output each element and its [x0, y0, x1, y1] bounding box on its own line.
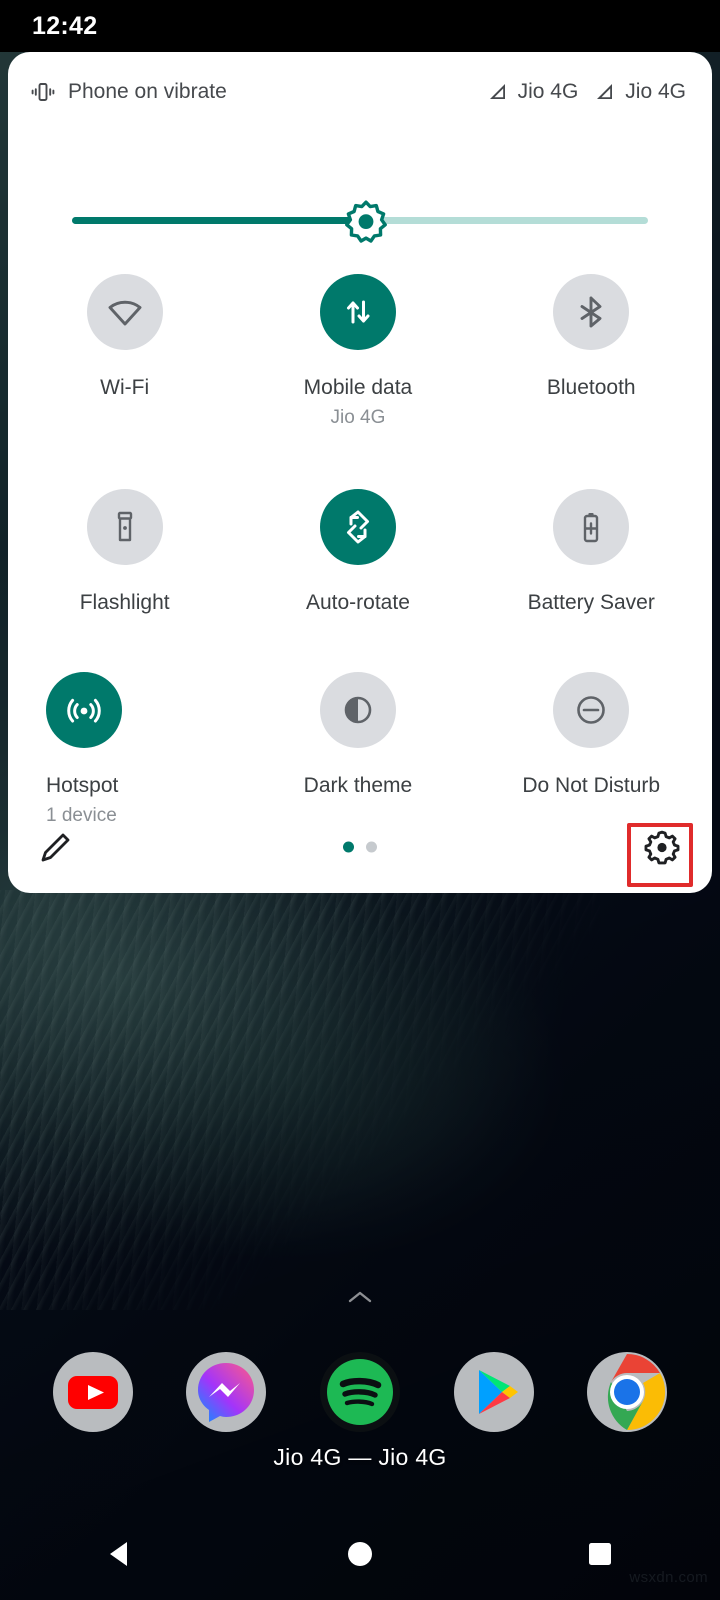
signal-bar-icon: [597, 84, 613, 99]
youtube-icon: [52, 1352, 133, 1432]
spotify-icon: [319, 1352, 400, 1432]
tile-mobile-data-label: Mobile data: [303, 376, 413, 399]
mobile-data-icon: [346, 300, 370, 324]
flashlight-icon: [117, 511, 132, 542]
tile-flashlight-label: Flashlight: [79, 590, 170, 614]
tile-mobile-data-circle: [319, 274, 396, 350]
settings-button[interactable]: [637, 822, 687, 872]
nav-home-button[interactable]: [312, 1508, 408, 1600]
tile-bluetooth-label: Bluetooth: [546, 376, 636, 399]
dock-app-youtube[interactable]: [51, 1350, 135, 1434]
tile-battery-saver-label: Battery Saver: [527, 590, 655, 614]
tile-mobile-data-sublabel: Jio 4G: [330, 407, 386, 429]
tile-battery-saver-circle: [553, 488, 630, 565]
sim-2-label: Jio 4G: [625, 80, 686, 103]
nav-back-button[interactable]: [72, 1508, 168, 1600]
play-store-icon: [453, 1352, 534, 1432]
home-circle-icon: [348, 1542, 372, 1566]
tile-wifi-circle: [86, 274, 163, 350]
tile-hotspot-label: Hotspot: [46, 774, 119, 798]
do-not-disturb-icon: [577, 696, 606, 724]
dock-app-spotify[interactable]: [318, 1350, 402, 1434]
recents-square-icon: [589, 1543, 611, 1565]
wifi-icon: [108, 300, 142, 326]
chrome-icon: [587, 1352, 668, 1432]
tile-do-not-disturb-label: Do Not Disturb: [522, 774, 661, 798]
tile-flashlight-circle: [86, 488, 163, 565]
sim-2-status: Jio 4G: [594, 80, 686, 104]
battery-saver-icon: [584, 512, 599, 543]
hotspot-icon: [67, 698, 101, 723]
tile-battery-saver[interactable]: Battery Saver: [475, 488, 708, 614]
navigation-bar: [0, 1508, 720, 1600]
quick-settings-tiles: Wi-Fi Mobile data Jio 4G Bluetooth Flash…: [8, 274, 712, 827]
brightness-slider[interactable]: [72, 200, 648, 243]
tile-bluetooth-circle: [553, 274, 630, 350]
dock-app-chrome[interactable]: [585, 1350, 669, 1434]
status-bar: 12:42: [0, 0, 720, 52]
tile-row: Wi-Fi Mobile data Jio 4G Bluetooth: [8, 274, 712, 429]
page-indicator: [343, 841, 377, 853]
ringer-status[interactable]: Phone on vibrate: [30, 79, 227, 105]
brightness-sun-icon[interactable]: [344, 199, 388, 243]
tile-flashlight[interactable]: Flashlight: [8, 488, 241, 614]
signal-bar-icon: [489, 84, 505, 99]
tile-dark-theme-label: Dark theme: [303, 774, 413, 798]
tile-dark-theme-circle: [319, 672, 396, 749]
tile-auto-rotate-label: Auto-rotate: [305, 590, 410, 614]
dock: [0, 1350, 720, 1434]
brightness-fill: [72, 217, 366, 224]
messenger-icon: [186, 1352, 267, 1432]
chevron-up-icon[interactable]: [347, 1288, 373, 1306]
status-bar-clock: 12:42: [32, 11, 98, 40]
vibrate-icon: [31, 83, 55, 101]
watermark: wsxdn.com: [629, 1569, 708, 1586]
dock-app-messenger[interactable]: [184, 1350, 268, 1434]
tile-do-not-disturb-circle: [553, 672, 630, 749]
sim-1-status: Jio 4G: [487, 80, 579, 104]
carrier-label: Jio 4G — Jio 4G: [273, 1444, 447, 1470]
back-triangle-icon: [110, 1542, 127, 1566]
quick-settings-header: Phone on vibrate Jio 4G Jio 4G: [8, 52, 712, 132]
sim-status-group: Jio 4G Jio 4G: [487, 80, 686, 104]
tile-auto-rotate[interactable]: Auto-rotate: [241, 488, 474, 614]
sim-1-label: Jio 4G: [517, 80, 579, 103]
dark-theme-icon: [344, 696, 372, 724]
tile-bluetooth[interactable]: Bluetooth: [475, 274, 708, 429]
page-dot-1[interactable]: [343, 841, 354, 853]
ringer-status-label: Phone on vibrate: [68, 80, 227, 103]
tile-hotspot-circle: [46, 672, 122, 749]
tile-row: Flashlight Auto-rotate Battery Saver: [8, 488, 712, 614]
quick-settings-footer: [8, 801, 712, 893]
tile-auto-rotate-circle: [319, 488, 396, 565]
tile-wifi-label: Wi-Fi: [100, 376, 150, 399]
bluetooth-icon: [580, 296, 602, 328]
tile-mobile-data[interactable]: Mobile data Jio 4G: [241, 274, 474, 429]
auto-rotate-icon: [346, 510, 369, 544]
quick-settings-panel: Phone on vibrate Jio 4G Jio 4G Wi-Fi Mob…: [8, 52, 712, 893]
nav-recents-button[interactable]: [552, 1508, 648, 1600]
dock-app-play-store[interactable]: [452, 1350, 536, 1434]
phone-screen: Jio 4G — Jio 4G wsxdn.com 12:42 Phone on…: [0, 0, 720, 1600]
pencil-edit-icon[interactable]: [34, 827, 76, 869]
page-dot-2[interactable]: [366, 841, 377, 853]
gear-icon: [644, 830, 680, 865]
tile-wifi[interactable]: Wi-Fi: [8, 274, 241, 429]
